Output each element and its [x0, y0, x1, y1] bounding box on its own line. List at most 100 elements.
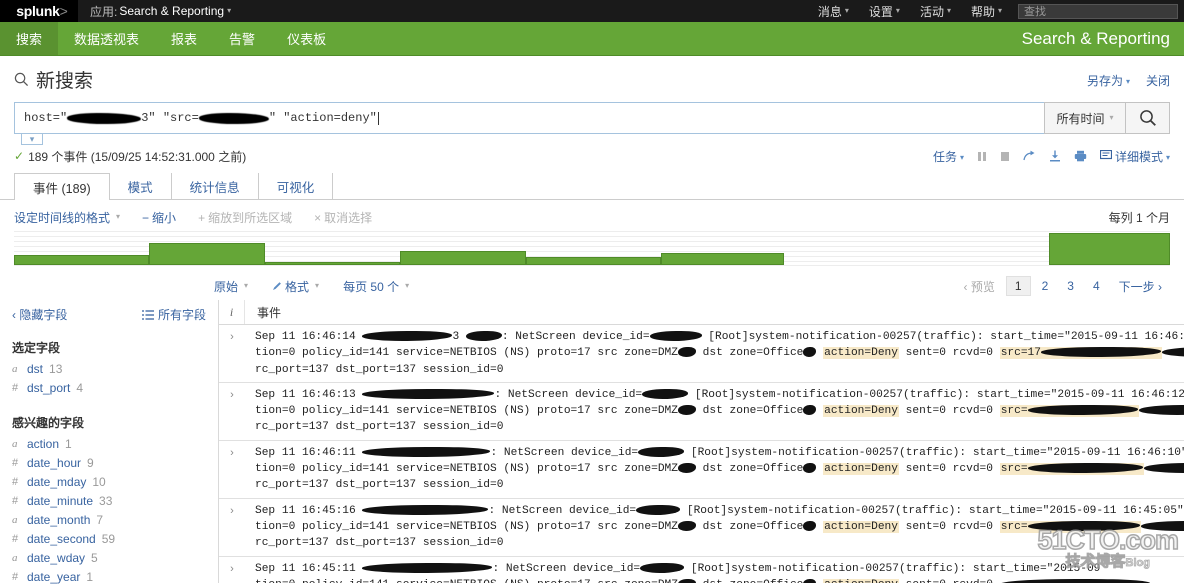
- nav-item-pivot[interactable]: 数据透视表: [58, 22, 155, 55]
- column-header-event: 事件: [257, 305, 282, 320]
- row-expand-icon[interactable]: ›: [219, 503, 245, 552]
- format-button[interactable]: 格式 ▾: [272, 278, 319, 295]
- deselect-button[interactable]: × 取消选择: [314, 209, 372, 226]
- sidebar-field-action[interactable]: a action 1: [12, 435, 206, 454]
- find-input[interactable]: 查找: [1018, 3, 1178, 19]
- table-row[interactable]: › Sep 11 16:45:16 : NetScreen device_id=…: [219, 499, 1184, 557]
- nav-item-reports[interactable]: 报表: [155, 22, 213, 55]
- table-row[interactable]: › Sep 11 16:45:11 : NetScreen device_id=…: [219, 557, 1184, 583]
- menu-help[interactable]: 帮助 ▾: [961, 0, 1012, 22]
- tab-patterns[interactable]: 模式: [110, 173, 172, 199]
- all-fields-button[interactable]: 所有字段: [141, 306, 206, 323]
- time-range-picker[interactable]: 所有时间 ▾: [1044, 102, 1126, 134]
- sidebar-field-dst[interactable]: a dst 13: [12, 360, 206, 379]
- sidebar-field-date-wday[interactable]: a date_wday 5: [12, 549, 206, 568]
- nav-item-alerts[interactable]: 告警: [213, 22, 271, 55]
- pagination-page-2[interactable]: 2: [1034, 277, 1057, 295]
- raw-format-button[interactable]: 原始 ▾: [214, 278, 248, 295]
- chevron-down-icon: ▾: [405, 280, 410, 290]
- redaction-mark: [803, 463, 817, 474]
- pagination-prev[interactable]: ‹ 预览: [956, 276, 1003, 297]
- share-icon[interactable]: [1023, 150, 1036, 162]
- timeline-bar[interactable]: [149, 243, 265, 265]
- tab-events[interactable]: 事件 (189): [14, 173, 110, 200]
- pagination-next[interactable]: 下一步 ›: [1111, 276, 1170, 297]
- raw-format-label: 原始: [214, 279, 239, 294]
- chevron-down-icon: ▾: [244, 280, 249, 290]
- row-expand-icon[interactable]: ›: [219, 329, 245, 378]
- sidebar-field-dst-port[interactable]: # dst_port 4: [12, 379, 206, 398]
- timeline-bar[interactable]: [1049, 233, 1170, 265]
- timeline-bar[interactable]: [265, 262, 400, 265]
- sidebar-field-date-year[interactable]: # date_year 1: [12, 568, 206, 584]
- pause-icon[interactable]: [977, 151, 987, 162]
- stop-icon[interactable]: [1000, 151, 1010, 162]
- format-label: 格式: [285, 279, 310, 294]
- app-selector[interactable]: 应用: Search & Reporting ▾: [78, 0, 243, 22]
- close-button[interactable]: 关闭: [1146, 72, 1170, 89]
- splunk-logo[interactable]: splunk >: [0, 0, 78, 22]
- event-line2b: dst zone=Office: [695, 463, 804, 476]
- zoom-to-selection-label: 缩放到所选区域: [208, 211, 293, 225]
- sidebar-field-date-minute[interactable]: # date_minute 33: [12, 492, 206, 511]
- zoom-out-button[interactable]: − 缩小: [142, 209, 176, 226]
- highlight-action: action=Deny: [823, 347, 899, 360]
- redaction-mark: [362, 446, 491, 457]
- sidebar-field-date-mday[interactable]: # date_mday 10: [12, 473, 206, 492]
- redaction-mark: [1027, 405, 1138, 416]
- run-search-button[interactable]: [1126, 102, 1170, 134]
- sidebar-field-date-second[interactable]: # date_second 59: [12, 530, 206, 549]
- row-expand-icon[interactable]: ›: [219, 445, 245, 494]
- save-as-button[interactable]: 另存为 ▾: [1087, 72, 1130, 89]
- pagination-page-3[interactable]: 3: [1059, 277, 1082, 295]
- timeline-format-button[interactable]: 设定时间线的格式 ▾: [14, 209, 120, 226]
- export-icon[interactable]: [1049, 150, 1061, 162]
- menu-activity[interactable]: 活动 ▾: [910, 0, 961, 22]
- tab-visualization[interactable]: 可视化: [259, 173, 334, 199]
- redaction-mark: [640, 562, 685, 573]
- search-query-input[interactable]: host=" 3" "src= " "action=deny": [14, 102, 1044, 134]
- redaction-mark: [1027, 463, 1143, 474]
- timeline-bar[interactable]: [661, 253, 784, 265]
- event-line2b: dst zone=Office: [695, 520, 804, 533]
- redaction-mark: [1161, 347, 1184, 358]
- highlight-src: src=17: [999, 347, 1162, 360]
- pagination-page-4[interactable]: 4: [1085, 277, 1108, 295]
- pagination-page-1[interactable]: 1: [1005, 276, 1031, 296]
- per-page-button[interactable]: 每页 50 个 ▾: [343, 278, 409, 295]
- timeline-bar[interactable]: [14, 255, 149, 265]
- highlight-src: src=: [999, 520, 1141, 533]
- timeline-bar[interactable]: [400, 251, 526, 265]
- highlight-action: action=Deny: [823, 463, 899, 476]
- redaction-mark: [1138, 405, 1184, 416]
- job-menu-button[interactable]: 任务 ▾: [933, 148, 964, 165]
- table-row[interactable]: › Sep 11 16:46:14 3 : NetScreen device_i…: [219, 325, 1184, 383]
- zoom-to-selection-button[interactable]: + 缩放到所选区域: [198, 209, 292, 226]
- search-history-toggle[interactable]: ▾: [21, 134, 43, 145]
- row-expand-icon[interactable]: ›: [219, 561, 245, 583]
- field-count: 1: [86, 570, 94, 584]
- hide-fields-button[interactable]: ‹ 隐藏字段: [12, 306, 67, 323]
- print-icon[interactable]: [1074, 150, 1087, 162]
- tab-statistics[interactable]: 统计信息: [172, 173, 259, 199]
- timeline-chart[interactable]: [14, 231, 1170, 266]
- sidebar-field-date-hour[interactable]: # date_hour 9: [12, 454, 206, 473]
- menu-help-label: 帮助: [970, 4, 995, 19]
- field-count: 7: [96, 513, 104, 527]
- redaction-mark: [999, 578, 1150, 583]
- field-name: date_minute: [27, 494, 94, 508]
- chevron-down-icon: ▾: [315, 280, 320, 290]
- menu-messages[interactable]: 消息 ▾: [808, 0, 859, 22]
- event-dev-prefix: 3: [452, 331, 460, 343]
- result-mode-button[interactable]: 详细模式 ▾: [1099, 148, 1170, 165]
- sidebar-field-date-month[interactable]: a date_month 7: [12, 511, 206, 530]
- table-row[interactable]: › Sep 11 16:46:11 : NetScreen device_id=…: [219, 441, 1184, 499]
- row-expand-icon[interactable]: ›: [219, 387, 245, 436]
- table-row[interactable]: › Sep 11 16:46:13 : NetScreen device_id=…: [219, 383, 1184, 441]
- nav-item-dashboards[interactable]: 仪表板: [271, 22, 342, 55]
- highlight-src-text: src=: [1000, 463, 1028, 476]
- redaction-mark: [636, 504, 681, 515]
- menu-settings[interactable]: 设置 ▾: [859, 0, 910, 22]
- timeline-bar[interactable]: [526, 257, 661, 265]
- nav-item-search[interactable]: 搜索: [0, 22, 59, 55]
